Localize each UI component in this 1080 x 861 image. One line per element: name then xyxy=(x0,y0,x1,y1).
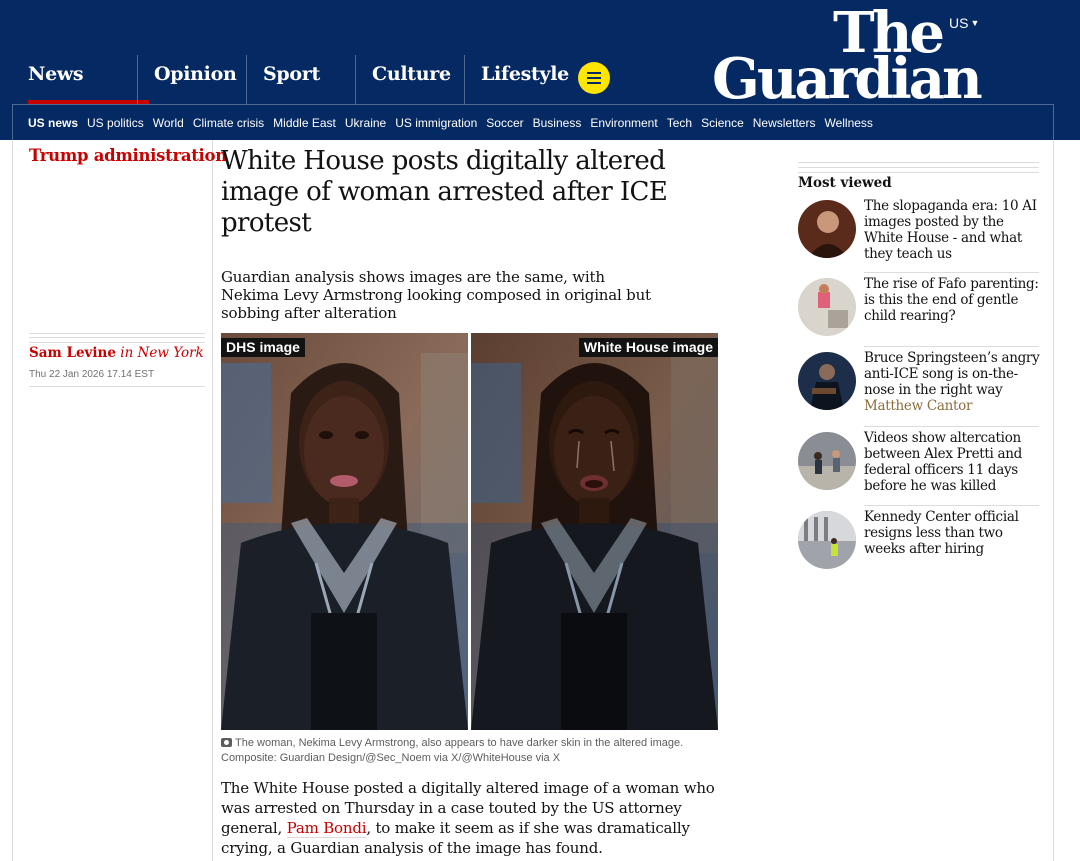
dateline-rule xyxy=(29,386,205,387)
thumbnail-image xyxy=(798,278,856,336)
thumbnail xyxy=(798,352,856,410)
subnav-business[interactable]: Business xyxy=(533,116,582,130)
thumbnail xyxy=(798,278,856,336)
most-viewed-title: Most viewed xyxy=(798,175,892,191)
subnav-soccer[interactable]: Soccer xyxy=(486,116,523,130)
column-divider xyxy=(212,140,213,861)
thumbnail-image xyxy=(798,352,856,410)
pillar-culture[interactable]: Culture xyxy=(355,55,464,105)
guardian-logo[interactable]: The Guardian xyxy=(712,5,983,112)
dateline[interactable]: Thu 22 Jan 2026 17.14 EST xyxy=(29,369,154,380)
article-body: The White House posted a digitally alter… xyxy=(221,778,721,858)
frame-border-right xyxy=(1053,140,1054,861)
byline-rule xyxy=(29,333,205,343)
thumbnail-image xyxy=(798,432,856,490)
masthead: News Opinion Sport Culture Lifestyle US ▼… xyxy=(0,0,1080,140)
most-viewed-headline: Bruce Springsteen’s angry anti-ICE song … xyxy=(864,350,1040,414)
thumbnail-image xyxy=(798,200,856,258)
item-separator xyxy=(864,426,1039,427)
subnav-newsletters[interactable]: Newsletters xyxy=(753,116,816,130)
subnav-us-news[interactable]: US news xyxy=(28,116,78,130)
headline: White House posts digitally altered imag… xyxy=(221,146,668,238)
caption-credit: Composite: Guardian Design/@Sec_Noem via… xyxy=(221,752,561,764)
caption-text: The woman, Nekima Levy Armstrong, also a… xyxy=(235,737,684,749)
subnav-environment[interactable]: Environment xyxy=(590,116,657,130)
dhs-photo: DHS image xyxy=(221,333,468,730)
thumbnail xyxy=(798,432,856,490)
section-label[interactable]: Trump administration xyxy=(29,146,227,165)
image-caption: The woman, Nekima Levy Armstrong, also a… xyxy=(221,736,721,766)
main-image-composite[interactable]: DHS image White House image xyxy=(221,333,718,730)
thumbnail-image xyxy=(798,511,856,569)
subnav-ukraine[interactable]: Ukraine xyxy=(345,116,386,130)
pillar-nav: News Opinion Sport Culture Lifestyle xyxy=(12,55,573,105)
most-viewed-rule xyxy=(798,162,1039,173)
white-house-photo: White House image xyxy=(471,333,718,730)
pillar-lifestyle[interactable]: Lifestyle xyxy=(464,55,573,105)
subnav-wellness[interactable]: Wellness xyxy=(824,116,872,130)
subnav-tech[interactable]: Tech xyxy=(667,116,692,130)
pillar-label: News xyxy=(28,63,84,85)
pam-bondi-link[interactable]: Pam Bondi xyxy=(286,819,367,838)
byline: Sam Levine in New York xyxy=(29,345,204,361)
pillar-label: Lifestyle xyxy=(481,63,569,85)
portrait-original-image xyxy=(221,333,468,730)
thumbnail xyxy=(798,511,856,569)
item-separator xyxy=(864,346,1039,347)
pillar-label: Culture xyxy=(372,63,451,85)
most-viewed-headline: The slopaganda era: 10 AI images posted … xyxy=(864,198,1037,262)
standfirst: Guardian analysis shows images are the s… xyxy=(221,268,651,322)
subnav-climate-crisis[interactable]: Climate crisis xyxy=(193,116,264,130)
item-separator xyxy=(864,505,1039,506)
image-tag-dhs: DHS image xyxy=(221,338,305,357)
most-viewed-headline: The rise of Fafo parenting: is this the … xyxy=(864,276,1039,324)
logo-line-2: Guardian xyxy=(712,46,983,112)
camera-icon xyxy=(221,738,232,747)
menu-icon[interactable] xyxy=(578,62,610,94)
pillar-sport[interactable]: Sport xyxy=(246,55,355,105)
pillar-label: Sport xyxy=(263,63,320,85)
subnav-middle-east[interactable]: Middle East xyxy=(273,116,336,130)
frame-border-left xyxy=(12,140,13,861)
item-separator xyxy=(864,272,1039,273)
image-tag-white-house: White House image xyxy=(578,338,718,357)
subnav-world[interactable]: World xyxy=(153,116,184,130)
byline-location: in New York xyxy=(120,345,204,361)
thumbnail xyxy=(798,200,856,258)
author-link[interactable]: Sam Levine xyxy=(29,345,116,361)
subnav-us-immigration[interactable]: US immigration xyxy=(395,116,477,130)
subnav: US news US politics World Climate crisis… xyxy=(28,116,873,130)
pillar-label: Opinion xyxy=(154,63,237,85)
most-viewed-headline: Kennedy Center official resigns less tha… xyxy=(864,509,1019,557)
headline-text: Bruce Springsteen’s angry anti-ICE song … xyxy=(864,350,1040,398)
most-viewed-headline: Videos show altercation between Alex Pre… xyxy=(864,430,1023,494)
pillar-news[interactable]: News xyxy=(12,55,149,105)
pillar-opinion[interactable]: Opinion xyxy=(137,55,246,105)
subnav-us-politics[interactable]: US politics xyxy=(87,116,144,130)
headline-byline: Matthew Cantor xyxy=(864,398,973,414)
portrait-altered-image xyxy=(471,333,718,730)
subnav-science[interactable]: Science xyxy=(701,116,744,130)
